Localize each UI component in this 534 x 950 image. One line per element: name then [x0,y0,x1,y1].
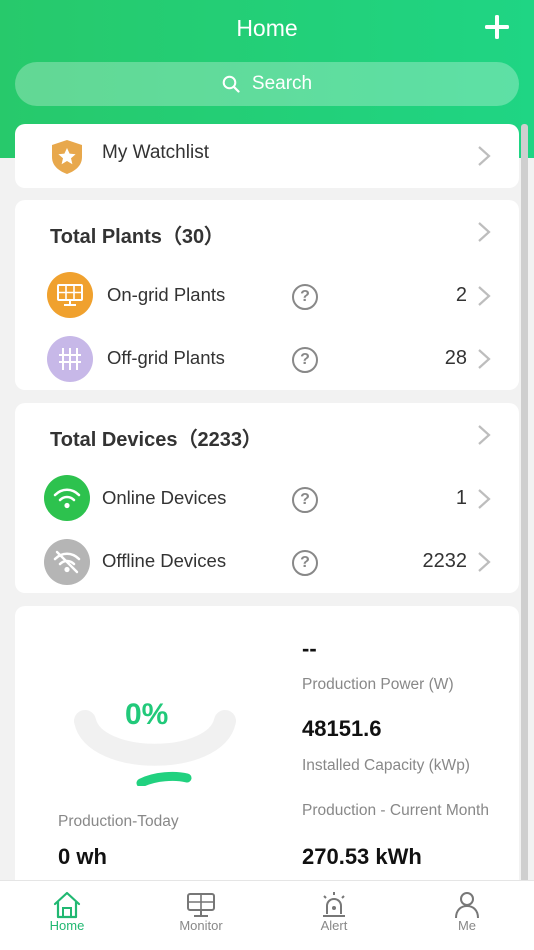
chevron-right-icon[interactable] [477,551,491,573]
production-month-value: 270.53 kWh [302,844,422,869]
watchlist-label: My Watchlist [102,142,209,163]
wifi-icon [44,475,90,521]
tab-home[interactable]: Home [0,881,134,950]
search-icon [222,75,240,93]
on-grid-plants-count: 2 [455,284,467,306]
online-devices-count: 1 [455,487,467,509]
wifi-off-icon [44,539,90,585]
total-plants-title[interactable]: Total Plants（30） [50,220,224,249]
plants-card: Total Plants（30） On-grid Plants ? 2 Off-… [15,200,519,390]
search-placeholder: Search [251,73,313,94]
solar-panel-icon [47,272,93,318]
online-devices-label: Online Devices [102,487,227,508]
production-today-label: Production-Today [58,813,179,830]
search-input[interactable]: Search [15,62,519,106]
production-power-label: Production Power (W) [302,676,454,693]
tab-monitor[interactable]: Monitor [134,881,268,950]
chevron-right-icon[interactable] [477,488,491,510]
production-power-value: -- [302,636,317,661]
total-devices-title[interactable]: Total Devices（2233） [50,423,262,452]
tab-home-label: Home [49,918,85,933]
production-month-label: Production - Current Month [302,802,489,819]
tab-alert-label: Alert [320,918,348,933]
production-today-value: 0 wh [58,844,107,869]
alert-beacon-icon [323,892,345,917]
tab-alert[interactable]: Alert [267,881,401,950]
watchlist-card[interactable]: My Watchlist [15,124,519,188]
help-icon[interactable]: ? [292,487,318,513]
devices-card: Total Devices（2233） Online Devices ? 1 O… [15,403,519,593]
home-icon [53,891,81,919]
tab-monitor-label: Monitor [179,918,223,933]
scrollbar[interactable] [521,124,528,884]
offline-devices-label: Offline Devices [102,550,227,571]
tab-me[interactable]: Me [400,881,534,950]
help-icon[interactable]: ? [292,284,318,310]
installed-capacity-value: 48151.6 [302,716,382,741]
bottom-tab-bar: Home Monitor Alert Me [0,880,534,950]
production-percent: 0% [125,698,169,731]
off-grid-plants-label: Off-grid Plants [107,347,225,368]
offline-devices-count: 2232 [422,550,468,572]
installed-capacity-label: Installed Capacity (kWp) [302,757,470,774]
production-card: 0% -- Production Power (W) 48151.6 Insta… [15,606,519,880]
page-title: Home [236,15,298,41]
star-shield-icon [52,140,82,174]
chevron-right-icon[interactable] [477,221,491,243]
chevron-right-icon[interactable] [477,348,491,370]
help-icon[interactable]: ? [292,347,318,373]
chevron-right-icon[interactable] [477,145,491,167]
off-grid-plants-count: 28 [444,347,467,369]
chevron-right-icon[interactable] [477,424,491,446]
tab-me-label: Me [457,918,477,933]
plus-icon[interactable] [482,12,512,42]
monitor-icon [187,893,215,917]
on-grid-plants-label: On-grid Plants [107,284,226,305]
chevron-right-icon[interactable] [477,285,491,307]
pylon-icon [47,336,93,382]
help-icon[interactable]: ? [292,550,318,576]
person-icon [455,892,479,919]
